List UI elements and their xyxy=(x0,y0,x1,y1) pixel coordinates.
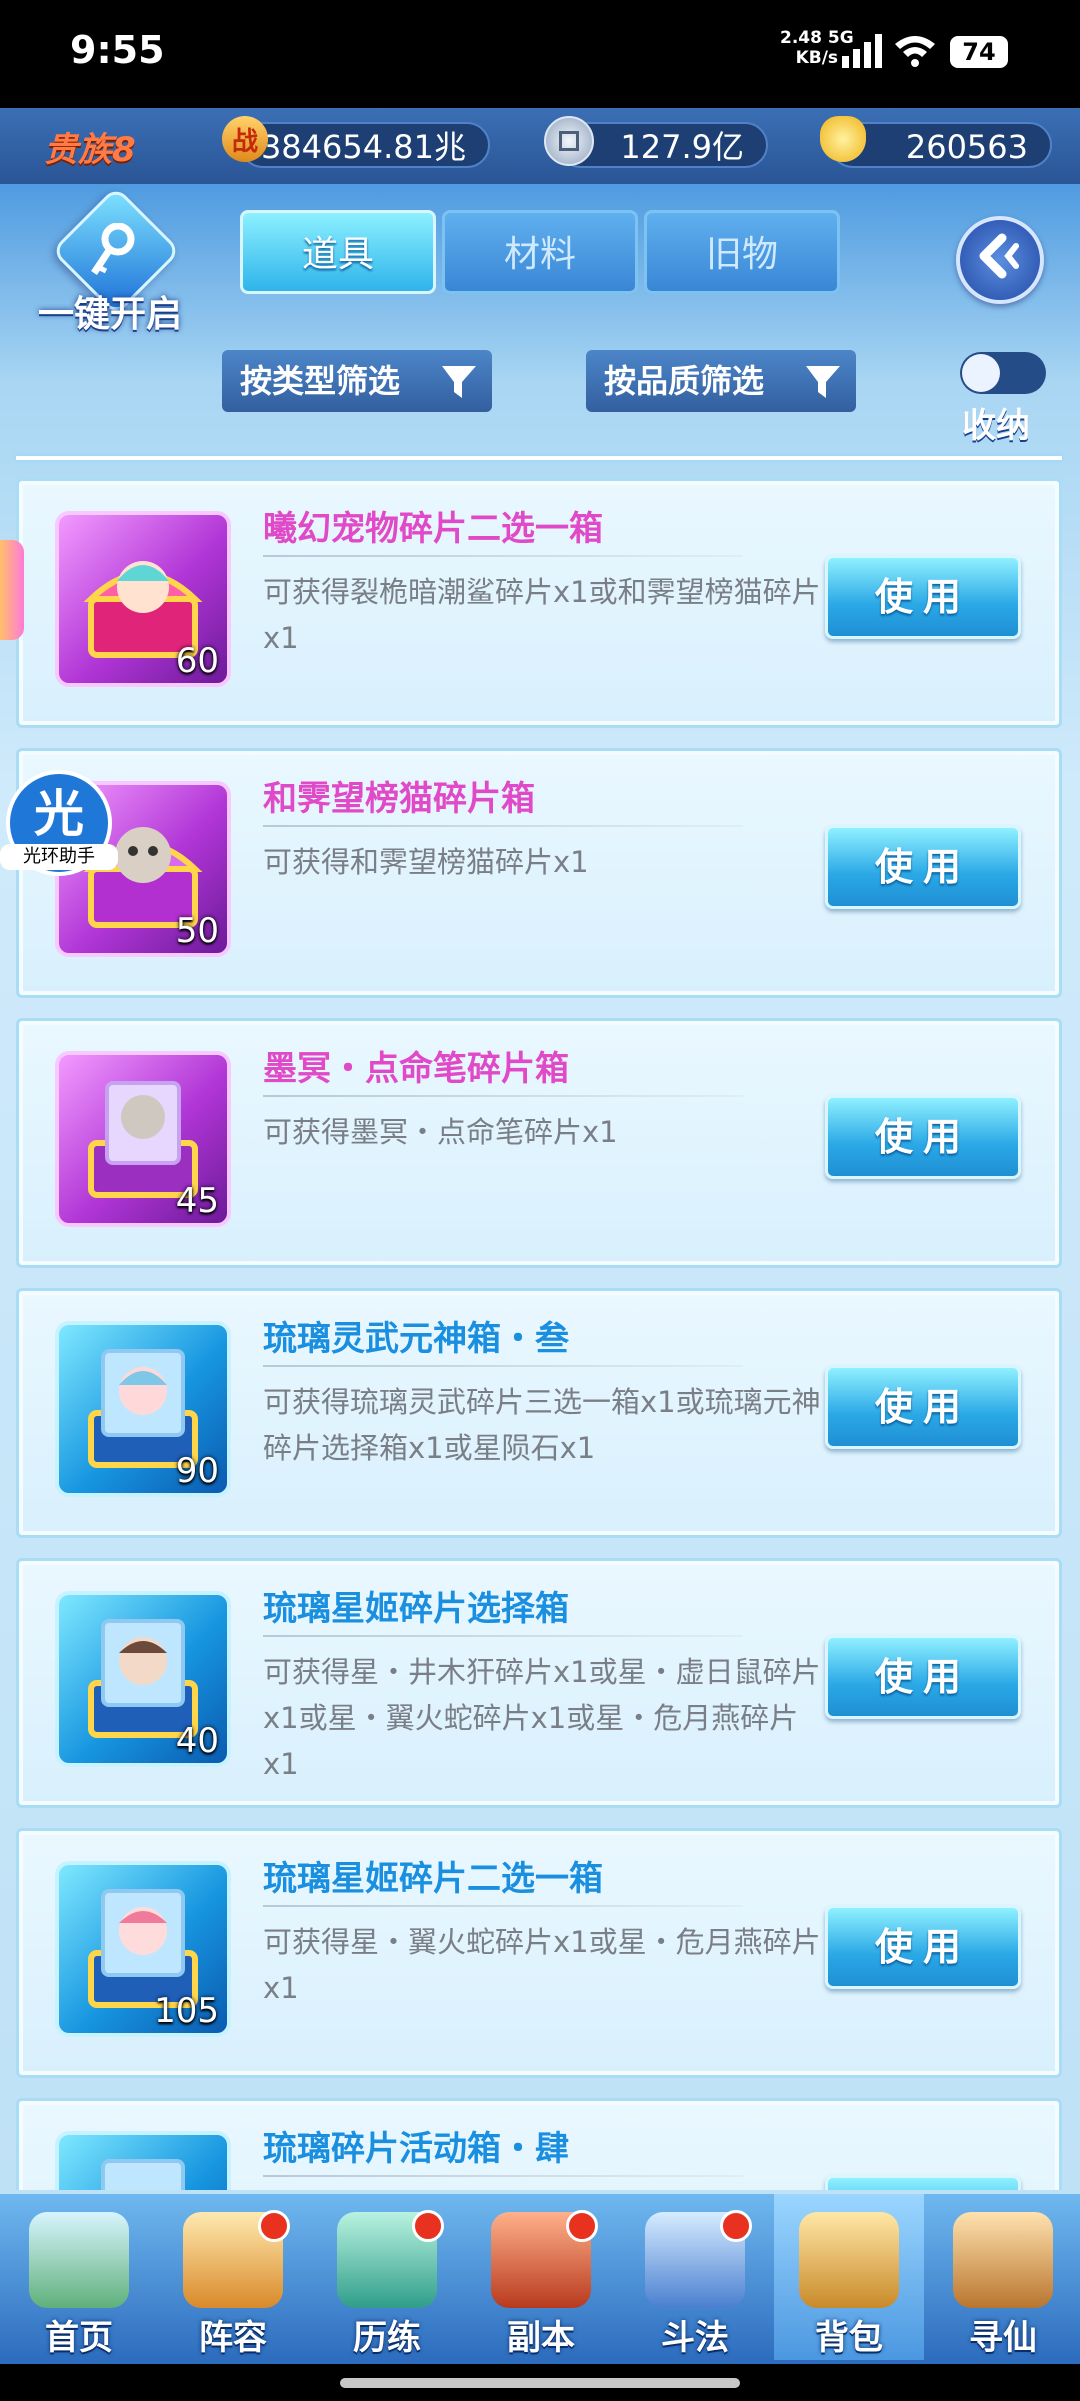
notification-badge xyxy=(566,2210,598,2242)
item-title: 琉璃碎片活动箱・肆 xyxy=(263,2129,569,2169)
item-title: 和霁望榜猫碎片箱 xyxy=(263,779,535,819)
status-bar: 9:55 2.48 5G KB/s 74 xyxy=(0,0,1080,108)
use-button[interactable]: 使用 xyxy=(825,2175,1021,2190)
use-button[interactable]: 使用 xyxy=(825,1635,1021,1719)
back-arrow-icon xyxy=(979,233,1019,279)
battery-icon: 74 xyxy=(950,36,1008,68)
resource-bar: 贵族8 384654.81兆 战 127.9亿 260563 xyxy=(0,108,1080,184)
item-description: 可获得墨冥・点命笔碎片x1 xyxy=(263,1115,618,1149)
key-icon xyxy=(91,223,135,275)
home-indicator[interactable] xyxy=(340,2378,740,2388)
one-key-open-button[interactable]: 一键开启 xyxy=(30,185,190,335)
nav-home[interactable]: 首页 xyxy=(4,2194,154,2360)
use-button[interactable]: 使用 xyxy=(825,1365,1021,1449)
use-button[interactable]: 使用 xyxy=(825,1095,1021,1179)
item-icon[interactable]: 45 xyxy=(55,1051,231,1227)
collapse-toggle[interactable] xyxy=(960,352,1046,394)
signal-icon xyxy=(842,34,882,68)
nav-duel[interactable]: 斗法 xyxy=(620,2194,770,2360)
item-description: 可获得裂桅暗潮鲨碎片x1或和霁望榜猫碎片x1 xyxy=(263,575,821,655)
list-item: 45 墨冥・点命笔碎片箱 可获得墨冥・点命笔碎片x1 使用 xyxy=(16,1018,1062,1268)
item-description: 可获得和霁望榜猫碎片x1 xyxy=(263,845,589,879)
item-title: 曦幻宠物碎片二选一箱 xyxy=(263,509,603,549)
notification-badge xyxy=(258,2210,290,2242)
item-description: 可获得星・井木犴碎片x1或星・虚日鼠碎片x1或星・翼火蛇碎片x1或星・危月燕碎片… xyxy=(263,1655,821,1781)
filter-by-quality-button[interactable]: 按品质筛选 xyxy=(586,350,856,412)
list-item: 60 曦幻宠物碎片二选一箱 可获得裂桅暗潮鲨碎片x1或和霁望榜猫碎片x1 使用 xyxy=(16,478,1062,728)
use-button[interactable]: 使用 xyxy=(825,555,1021,639)
home-indicator-bar xyxy=(0,2364,1080,2401)
item-title: 琉璃灵武元神箱・叁 xyxy=(263,1319,569,1359)
helper-floating-button[interactable]: 光 光环助手 xyxy=(0,770,118,882)
item-description: 可获得琉璃灵武碎片三选一箱x1或琉璃元神碎片选择箱x1或星陨石x1 xyxy=(263,1385,821,1465)
wifi-icon xyxy=(895,36,935,67)
noble-level[interactable]: 贵族8 xyxy=(44,122,136,171)
nav-dungeon[interactable]: 副本 xyxy=(466,2194,616,2360)
nav-lineup[interactable]: 阵容 xyxy=(158,2194,308,2360)
filter-by-type-button[interactable]: 按类型筛选 xyxy=(222,350,492,412)
item-list[interactable]: 60 曦幻宠物碎片二选一箱 可获得裂桅暗潮鲨碎片x1或和霁望榜猫碎片x1 使用 … xyxy=(0,478,1080,2190)
item-icon[interactable] xyxy=(55,2131,231,2190)
list-item: 90 琉璃灵武元神箱・叁 可获得琉璃灵武碎片三选一箱x1或琉璃元神碎片选择箱x1… xyxy=(16,1288,1062,1538)
silver-coin-icon xyxy=(544,116,594,166)
list-item: 105 琉璃星姬碎片二选一箱 可获得星・翼火蛇碎片x1或星・危月燕碎片x1 使用 xyxy=(16,1828,1062,2078)
item-title: 墨冥・点命笔碎片箱 xyxy=(263,1049,569,1089)
item-title: 琉璃星姬碎片二选一箱 xyxy=(263,1859,603,1899)
treasure-chest-icon xyxy=(101,2159,185,2190)
home-icon xyxy=(29,2212,129,2308)
item-icon[interactable]: 40 xyxy=(55,1591,231,1767)
side-drawer-handle[interactable] xyxy=(0,540,24,640)
item-icon[interactable]: 105 xyxy=(55,1861,231,2037)
filter-icon xyxy=(806,366,840,398)
collapse-label: 收纳 xyxy=(962,406,1030,446)
item-icon[interactable]: 90 xyxy=(55,1321,231,1497)
tab-items[interactable]: 道具 xyxy=(240,210,436,294)
use-button[interactable]: 使用 xyxy=(825,825,1021,909)
list-item: 50 和霁望榜猫碎片箱 可获得和霁望榜猫碎片x1 使用 xyxy=(16,748,1062,998)
item-icon[interactable]: 60 xyxy=(55,511,231,687)
divider xyxy=(16,456,1062,460)
nav-seek-immortal[interactable]: 寻仙 xyxy=(928,2194,1078,2360)
item-title: 琉璃星姬碎片选择箱 xyxy=(263,1589,569,1629)
nav-training[interactable]: 历练 xyxy=(312,2194,462,2360)
power-icon: 战 xyxy=(222,116,268,162)
tab-materials[interactable]: 材料 xyxy=(442,210,638,294)
clock: 9:55 xyxy=(70,28,165,72)
filter-icon xyxy=(442,366,476,398)
scroll-icon xyxy=(953,2212,1053,2308)
notification-badge xyxy=(412,2210,444,2242)
notification-badge xyxy=(720,2210,752,2242)
nav-backpack[interactable]: 背包 xyxy=(774,2194,924,2360)
use-button[interactable]: 使用 xyxy=(825,1905,1021,1989)
item-description: 可获得星・翼火蛇碎片x1或星・危月燕碎片x1 xyxy=(263,1925,821,2005)
list-item: 40 琉璃星姬碎片选择箱 可获得星・井木犴碎片x1或星・虚日鼠碎片x1或星・翼火… xyxy=(16,1558,1062,1808)
power-pill: 384654.81兆 xyxy=(240,122,490,168)
gold-ingot-icon xyxy=(820,116,866,162)
bottom-nav: 首页 阵容 历练 副本 斗法 背包 寻仙 xyxy=(0,2194,1080,2364)
tab-old-items[interactable]: 旧物 xyxy=(644,210,840,294)
backpack-icon xyxy=(799,2212,899,2308)
list-item: 琉璃碎片活动箱・肆 使用 xyxy=(16,2098,1062,2190)
one-key-open-label: 一键开启 xyxy=(37,294,182,335)
back-button[interactable] xyxy=(956,216,1044,304)
